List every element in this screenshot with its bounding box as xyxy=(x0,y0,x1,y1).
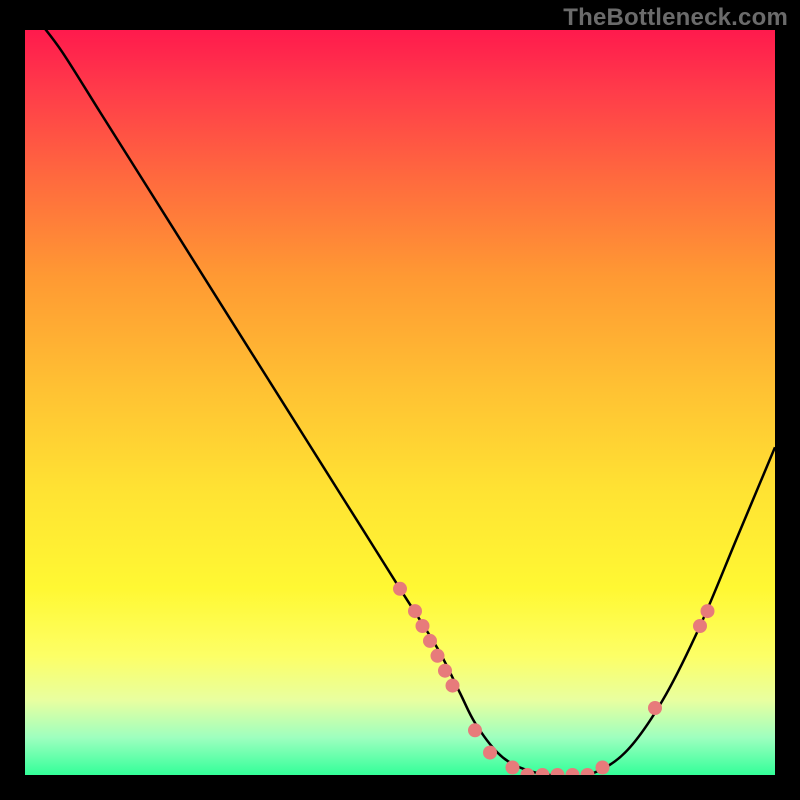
bottleneck-curve xyxy=(40,30,775,775)
marker-point xyxy=(648,701,662,715)
marker-point xyxy=(431,649,445,663)
curve-markers xyxy=(393,582,715,775)
marker-point xyxy=(596,761,610,775)
marker-point xyxy=(446,679,460,693)
marker-point xyxy=(408,604,422,618)
marker-point xyxy=(393,582,407,596)
marker-point xyxy=(483,746,497,760)
watermark-text: TheBottleneck.com xyxy=(563,4,788,32)
marker-point xyxy=(581,768,595,775)
marker-point xyxy=(468,723,482,737)
marker-point xyxy=(701,604,715,618)
marker-point xyxy=(536,768,550,775)
marker-point xyxy=(566,768,580,775)
plot-area xyxy=(25,30,775,775)
marker-point xyxy=(693,619,707,633)
marker-point xyxy=(506,761,520,775)
curve-layer xyxy=(25,30,775,775)
marker-point xyxy=(416,619,430,633)
marker-point xyxy=(423,634,437,648)
marker-point xyxy=(438,664,452,678)
chart-frame: TheBottleneck.com xyxy=(0,0,800,800)
marker-point xyxy=(551,768,565,775)
